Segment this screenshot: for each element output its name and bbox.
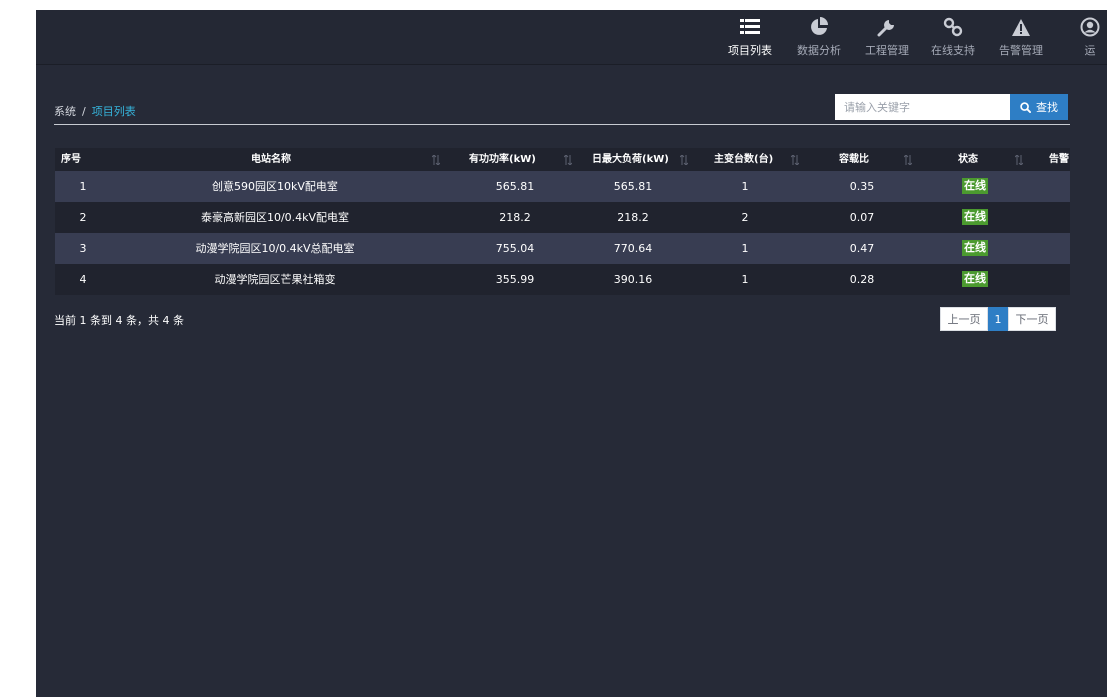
nav-label: 数据分析: [797, 44, 841, 57]
table-row[interactable]: 3 动漫学院园区10/0.4kV总配电室 755.04 770.64 1 0.4…: [55, 233, 1070, 264]
cell-index: 3: [79, 242, 87, 255]
app-window: 项目列表 数据分析 工程管理 在线支持 告警管理 运 系统 / 项目列表 请输入…: [36, 10, 1107, 697]
cell-alarm: [1045, 264, 1070, 295]
prev-page-button[interactable]: 上一页: [940, 307, 988, 331]
nav-item-project-list[interactable]: 项目列表: [718, 10, 782, 64]
cell-active-power: 355.99: [495, 273, 535, 286]
search-button-label: 查找: [1036, 101, 1058, 114]
cell-max-load: 218.2: [617, 211, 649, 224]
sort-icon[interactable]: [564, 155, 572, 165]
nav-item-online-support[interactable]: 在线支持: [921, 10, 985, 64]
nav-label: 在线支持: [931, 44, 975, 57]
cell-active-power: 755.04: [495, 242, 535, 255]
top-navigation-bar: 项目列表 数据分析 工程管理 在线支持 告警管理 运: [36, 10, 1107, 65]
cell-alarm: [1045, 202, 1070, 233]
sort-icon[interactable]: [432, 155, 440, 165]
search-icon: [1020, 101, 1031, 113]
column-header-status[interactable]: 状态: [958, 148, 978, 171]
breadcrumb-root[interactable]: 系统: [54, 105, 76, 118]
link-icon: [942, 16, 964, 38]
cell-transformer-count: 1: [741, 180, 749, 193]
cell-max-load: 770.64: [613, 242, 653, 255]
cell-station-name: 动漫学院园区芒果社箱变: [214, 273, 336, 286]
nav-item-engineering[interactable]: 工程管理: [855, 10, 919, 64]
nav-label: 告警管理: [999, 44, 1043, 57]
cell-index: 4: [79, 273, 87, 286]
cell-index: 1: [79, 180, 87, 193]
nav-label: 运: [1084, 44, 1096, 57]
header-divider: [54, 124, 1070, 125]
nav-label: 工程管理: [865, 44, 909, 57]
cell-transformer-count: 2: [741, 211, 749, 224]
warning-icon: [1010, 16, 1032, 38]
column-header-alarm[interactable]: 告警: [1049, 148, 1069, 171]
nav-item-operations[interactable]: 运: [1058, 10, 1107, 64]
wrench-icon: [876, 16, 898, 38]
cell-capacity-ratio: 0.07: [849, 211, 875, 224]
sort-icon[interactable]: [680, 155, 688, 165]
list-icon: [739, 16, 761, 38]
column-header-index[interactable]: 序号: [61, 148, 81, 171]
record-summary: 当前 1 条到 4 条，共 4 条: [54, 314, 184, 327]
cell-active-power: 565.81: [495, 180, 535, 193]
cell-transformer-count: 1: [741, 242, 749, 255]
status-badge: 在线: [962, 178, 988, 194]
table-row[interactable]: 1 创意590园区10kV配电室 565.81 565.81 1 0.35 在线: [55, 171, 1070, 202]
breadcrumb: 系统 / 项目列表: [54, 103, 136, 119]
nav-item-alarm-management[interactable]: 告警管理: [989, 10, 1053, 64]
cell-max-load: 565.81: [613, 180, 653, 193]
status-badge: 在线: [962, 240, 988, 256]
cell-alarm: [1045, 171, 1070, 202]
table-header: 序号 电站名称 有功功率(kW) 日最大负荷(kW) 主变台数(台) 容载比 状…: [55, 148, 1070, 171]
cell-index: 2: [79, 211, 87, 224]
sort-icon[interactable]: [1015, 155, 1023, 165]
nav-label: 项目列表: [728, 44, 772, 57]
cell-transformer-count: 1: [741, 273, 749, 286]
cell-capacity-ratio: 0.28: [849, 273, 875, 286]
column-header-station-name[interactable]: 电站名称: [251, 148, 291, 171]
search-input[interactable]: [835, 94, 1010, 120]
column-header-max-load[interactable]: 日最大负荷(kW): [592, 148, 669, 171]
cell-max-load: 390.16: [613, 273, 653, 286]
table-row[interactable]: 4 动漫学院园区芒果社箱变 355.99 390.16 1 0.28 在线: [55, 264, 1070, 295]
cell-capacity-ratio: 0.47: [849, 242, 875, 255]
table-row[interactable]: 2 泰豪高新园区10/0.4kV配电室 218.2 218.2 2 0.07 在…: [55, 202, 1070, 233]
cell-active-power: 218.2: [499, 211, 531, 224]
next-page-button[interactable]: 下一页: [1008, 307, 1056, 331]
column-header-active-power[interactable]: 有功功率(kW): [469, 148, 536, 171]
cell-station-name: 泰豪高新园区10/0.4kV配电室: [200, 211, 350, 224]
sort-icon[interactable]: [904, 155, 912, 165]
column-header-transformer-count[interactable]: 主变台数(台): [714, 148, 773, 171]
cell-station-name: 创意590园区10kV配电室: [212, 180, 338, 193]
cell-capacity-ratio: 0.35: [849, 180, 875, 193]
sort-icon[interactable]: [791, 155, 799, 165]
cell-alarm: [1045, 233, 1070, 264]
pagination: 上一页 1 下一页: [940, 307, 1056, 331]
status-badge: 在线: [962, 209, 988, 225]
project-table: 序号 电站名称 有功功率(kW) 日最大负荷(kW) 主变台数(台) 容载比 状…: [55, 148, 1070, 295]
status-badge: 在线: [962, 271, 988, 287]
cell-station-name: 动漫学院园区10/0.4kV总配电室: [195, 242, 355, 255]
column-header-capacity-ratio[interactable]: 容载比: [839, 148, 869, 171]
page-number-button[interactable]: 1: [988, 307, 1008, 331]
user-icon: [1079, 16, 1101, 38]
pie-chart-icon: [808, 16, 830, 38]
nav-item-data-analysis[interactable]: 数据分析: [787, 10, 851, 64]
breadcrumb-separator: /: [82, 105, 86, 118]
breadcrumb-current: 项目列表: [91, 105, 136, 118]
search-button[interactable]: 查找: [1010, 94, 1068, 120]
